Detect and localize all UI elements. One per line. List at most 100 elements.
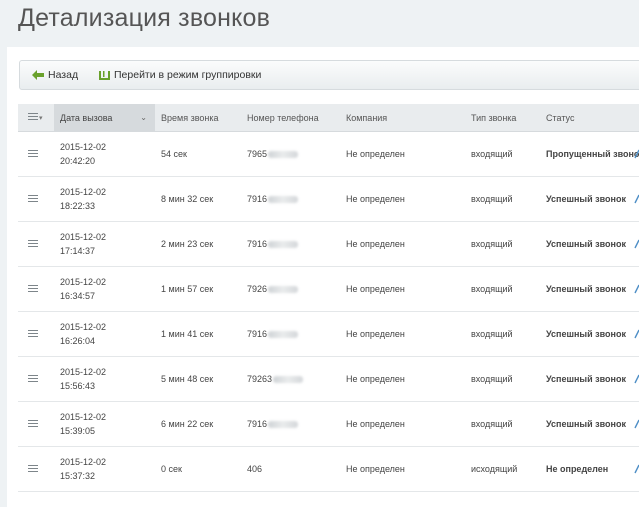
status-text: Успешный звонок — [546, 329, 626, 339]
phone-prefix: 7916 — [247, 239, 268, 249]
status-text: Успешный звонок — [546, 419, 626, 429]
call-datetime: 2015-12-02 17:14:37 — [54, 221, 155, 267]
phone-prefix: 7916 — [247, 194, 268, 204]
status-text: Успешный звонок — [546, 284, 626, 294]
call-datetime: 2015-12-02 15:56:43 — [54, 356, 155, 402]
redacted-blur — [273, 376, 304, 384]
status-text: Пропущенный звонок — [546, 149, 639, 159]
table-row[interactable]: 2015-12-02 15:39:05 6 мин 22 сек 7916 Не опр… — [18, 401, 639, 447]
calls-table: ▾ Дата вызова ⌄ Время звонка Номер телефо… — [18, 104, 639, 492]
table-row[interactable]: 2015-12-02 20:42:20 54 сек 7965 Не определен… — [18, 131, 639, 177]
call-datetime: 2015-12-02 15:37:32 — [54, 446, 155, 492]
table-row[interactable]: 2015-12-02 16:34:57 1 мин 57 сек 7926 Не опр… — [18, 266, 639, 312]
call-time: 15:39:05 — [60, 426, 96, 436]
company-name: Не определен — [340, 356, 465, 402]
call-status: Успешный звонок — [540, 176, 639, 222]
table-header-row: ▾ Дата вызова ⌄ Время звонка Номер телефо… — [18, 104, 639, 132]
call-status: Не определен — [540, 446, 639, 492]
row-menu-icon[interactable] — [28, 238, 38, 249]
header-company[interactable]: Компания — [340, 104, 465, 132]
header-duration[interactable]: Время звонка — [155, 104, 241, 132]
phone-prefix: 7916 — [247, 419, 268, 429]
row-menu-icon[interactable] — [28, 463, 38, 474]
header-status[interactable]: Статус — [540, 104, 639, 132]
row-menu-icon[interactable] — [28, 418, 38, 429]
call-datetime: 2015-12-02 16:26:04 — [54, 311, 155, 357]
row-menu-icon[interactable] — [28, 148, 38, 159]
status-text: Успешный звонок — [546, 239, 626, 249]
redacted-blur — [268, 241, 299, 249]
row-menu[interactable] — [18, 401, 54, 447]
call-datetime: 2015-12-02 15:39:05 — [54, 401, 155, 447]
group-mode-label: Перейти в режим группировки — [114, 69, 262, 82]
row-menu[interactable] — [18, 131, 54, 177]
edit-icon[interactable] — [634, 419, 639, 433]
column-menu-header[interactable]: ▾ — [18, 104, 54, 132]
row-menu-icon[interactable] — [28, 328, 38, 339]
call-status: Пропущенный звонок — [540, 131, 639, 177]
row-menu[interactable] — [18, 176, 54, 222]
call-time: 17:14:37 — [60, 246, 96, 256]
company-name: Не определен — [340, 311, 465, 357]
phone-prefix: 7926 — [247, 284, 268, 294]
table-row[interactable]: 2015-12-02 15:37:32 0 сек 406 Не определен ис… — [18, 446, 639, 492]
row-menu[interactable] — [18, 311, 54, 357]
phone-number: 7965 — [241, 131, 340, 177]
call-type: входящий — [465, 356, 540, 402]
edit-icon[interactable] — [634, 464, 639, 478]
call-datetime: 2015-12-02 18:22:33 — [54, 176, 155, 222]
phone-number: 7916 — [241, 311, 340, 357]
back-label: Назад — [48, 69, 79, 82]
edit-icon[interactable] — [634, 374, 639, 388]
edit-icon[interactable] — [634, 284, 639, 298]
company-name: Не определен — [340, 131, 465, 177]
phone-number: 7916 — [241, 221, 340, 267]
call-type: входящий — [465, 401, 540, 447]
phone-number: 7916 — [241, 401, 340, 447]
row-menu[interactable] — [18, 221, 54, 267]
group-icon — [99, 70, 110, 81]
page-title: Детализация звонков — [18, 4, 271, 32]
edit-icon[interactable] — [634, 194, 639, 208]
phone-prefix: 79263 — [247, 374, 273, 384]
table-row[interactable]: 2015-12-02 17:14:37 2 мин 23 сек 7916 Не опр… — [18, 221, 639, 267]
table-row[interactable]: 2015-12-02 18:22:33 8 мин 32 сек 7916 Не опр… — [18, 176, 639, 222]
arrow-left-icon — [32, 70, 44, 81]
call-date: 2015-12-02 — [60, 457, 107, 467]
call-status: Успешный звонок — [540, 401, 639, 447]
call-date: 2015-12-02 — [60, 322, 107, 332]
edit-icon[interactable] — [634, 329, 639, 343]
call-type: исходящий — [465, 446, 540, 492]
phone-prefix: 406 — [247, 464, 263, 474]
header-call-date[interactable]: Дата вызова ⌄ — [54, 104, 155, 132]
row-menu[interactable] — [18, 356, 54, 402]
phone-number: 406 — [241, 446, 340, 492]
call-time: 15:56:43 — [60, 381, 96, 391]
call-duration: 6 мин 22 сек — [155, 401, 241, 447]
call-duration: 5 мин 48 сек — [155, 356, 241, 402]
call-type: входящий — [465, 176, 540, 222]
company-name: Не определен — [340, 221, 465, 267]
row-menu-icon[interactable] — [28, 283, 38, 294]
row-menu[interactable] — [18, 446, 54, 492]
call-duration: 1 мин 57 сек — [155, 266, 241, 312]
back-button[interactable]: Назад — [32, 61, 78, 89]
call-status: Успешный звонок — [540, 356, 639, 402]
table-row[interactable]: 2015-12-02 16:26:04 1 мин 41 сек 7916 Не опр… — [18, 311, 639, 357]
table-row[interactable]: 2015-12-02 15:56:43 5 мин 48 сек 79263 Не оп… — [18, 356, 639, 402]
columns-menu-icon[interactable] — [28, 111, 38, 124]
call-time: 15:37:32 — [60, 471, 96, 481]
row-menu-icon[interactable] — [28, 373, 38, 384]
group-mode-button[interactable]: Перейти в режим группировки — [99, 61, 261, 89]
call-type: входящий — [465, 311, 540, 357]
redacted-blur — [268, 196, 299, 204]
call-date: 2015-12-02 — [60, 232, 107, 242]
row-menu[interactable] — [18, 266, 54, 312]
header-call-type[interactable]: Тип звонка — [465, 104, 540, 132]
row-menu-icon[interactable] — [28, 193, 38, 204]
call-time: 16:26:04 — [60, 336, 96, 346]
edit-icon[interactable] — [634, 149, 639, 163]
header-phone[interactable]: Номер телефона — [241, 104, 340, 132]
sort-chevron-icon[interactable]: ⌄ — [140, 113, 147, 122]
edit-icon[interactable] — [634, 239, 639, 253]
